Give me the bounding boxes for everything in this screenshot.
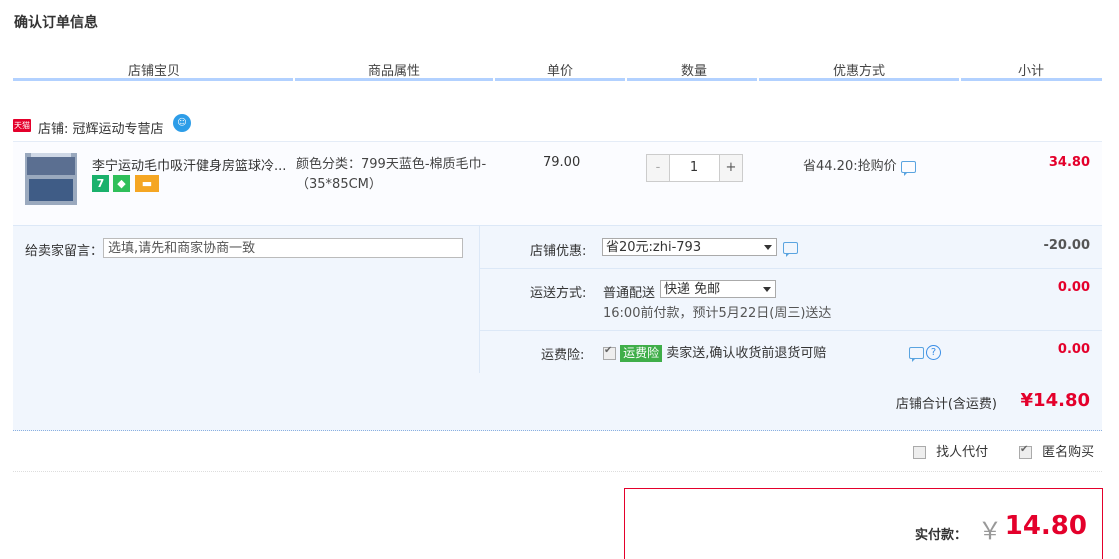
pay-for-me-checkbox[interactable] <box>913 446 926 459</box>
anonymous-label: 匿名购买 <box>1042 445 1095 460</box>
col-discount: 优惠方式 <box>833 64 886 79</box>
anonymous-option[interactable]: 匿名购买 <box>1019 441 1094 460</box>
increase-button[interactable]: + <box>719 155 742 181</box>
memo-label: 给卖家留言： <box>25 244 104 259</box>
shipping-select[interactable]: 快递 免邮 <box>660 280 776 298</box>
insurance-text: 卖家送,确认收货前退货可赔 <box>666 346 827 361</box>
insurance-amount: 0.00 <box>1057 342 1090 357</box>
seller-message-input[interactable]: 选填,请先和商家协商一致 <box>103 238 463 258</box>
pay-label: 实付款： <box>914 528 967 543</box>
pay-for-me-option[interactable]: 找人代付 <box>913 441 988 460</box>
table-header: 店铺宝贝 商品属性 单价 数量 优惠方式 小计 <box>13 56 1102 81</box>
pay-for-me-label: 找人代付 <box>936 445 989 460</box>
header-underline <box>627 78 757 81</box>
header-underline <box>13 78 293 81</box>
header-underline <box>759 78 959 81</box>
shop-discount-value: 省20元:zhi-793 <box>606 240 702 255</box>
tmall-badge: 天猫 <box>13 119 31 132</box>
col-quantity: 数量 <box>681 64 708 79</box>
pay-amount: 14.80 <box>1004 511 1087 541</box>
shipping-select-value: 快递 免邮 <box>664 282 721 297</box>
promo-text: 省44.20:抢购价 <box>803 159 897 174</box>
credit-card-icon[interactable]: ▬ <box>135 175 159 192</box>
shipping-note: 16:00前付款，预计5月22日(周三)送达 <box>603 306 832 321</box>
col-subtotal: 小计 <box>1018 64 1045 79</box>
quantity-stepper: - 1 + <box>646 154 743 182</box>
decrease-button[interactable]: - <box>647 155 670 181</box>
authentic-guarantee-icon[interactable]: ◆ <box>113 175 130 192</box>
shop-discount-amount: -20.00 <box>1043 238 1090 253</box>
shipping-amount: 0.00 <box>1057 280 1090 295</box>
quantity-input[interactable]: 1 <box>670 155 718 181</box>
promo-info: 省44.20:抢购价 <box>803 155 916 176</box>
unit-price: 79.00 <box>543 155 581 170</box>
col-attributes: 商品属性 <box>368 64 421 79</box>
shop-name[interactable]: 店铺: 冠辉运动专营店 <box>38 118 164 137</box>
insurance-label: 运费险: <box>541 348 585 363</box>
product-attribute: 颜色分类：799天蓝色-棉质毛巾-（35*85CM） <box>296 157 487 192</box>
seven-day-return-icon[interactable]: 7 <box>92 175 109 192</box>
insurance-tag: 运费险 <box>620 345 663 362</box>
page-title: 确认订单信息 <box>14 15 98 31</box>
item-subtotal: 34.80 <box>1048 155 1090 170</box>
shop-total-value: ¥14.80 <box>1020 390 1090 411</box>
header-underline <box>295 78 493 81</box>
anonymous-checkbox[interactable] <box>1019 444 1032 459</box>
header-underline <box>961 78 1102 81</box>
comment-icon[interactable] <box>909 347 924 362</box>
comment-icon[interactable] <box>900 160 916 176</box>
shop-total-label: 店铺合计(含运费) <box>895 397 997 412</box>
header-underline <box>495 78 625 81</box>
comment-icon[interactable] <box>783 242 798 257</box>
pay-currency: ￥ <box>978 517 1002 545</box>
extra-options: 找人代付 匿名购买 <box>13 441 1102 472</box>
product-thumbnail[interactable] <box>25 153 77 205</box>
payment-summary: 实付款： ￥ 14.80 <box>624 488 1103 559</box>
insurance-checkbox[interactable] <box>603 345 616 360</box>
order-options: 给卖家留言： 选填,请先和商家协商一致 店铺优惠: 省20元:zhi-793 -… <box>13 225 1102 374</box>
product-title[interactable]: 李宁运动毛巾吸汗健身房篮球冷... <box>92 155 292 174</box>
help-icon[interactable]: ? <box>926 345 941 360</box>
shop-total: 店铺合计(含运费) ¥14.80 <box>13 373 1102 431</box>
shipping-label: 运送方式: <box>530 286 587 301</box>
shop-discount-select[interactable]: 省20元:zhi-793 <box>602 238 777 256</box>
shipping-method: 普通配送 <box>603 286 656 301</box>
order-item-row: 李宁运动毛巾吸汗健身房篮球冷... 7 ◆ ▬ 颜色分类：799天蓝色-棉质毛巾… <box>13 141 1102 226</box>
col-shop-item: 店铺宝贝 <box>128 64 181 79</box>
shop-discount-label: 店铺优惠: <box>530 244 587 259</box>
col-unit-price: 单价 <box>547 64 574 79</box>
wangwang-icon[interactable]: ☺ <box>173 114 191 132</box>
insurance-row: 运费险 卖家送,确认收货前退货可赔 <box>603 342 826 362</box>
